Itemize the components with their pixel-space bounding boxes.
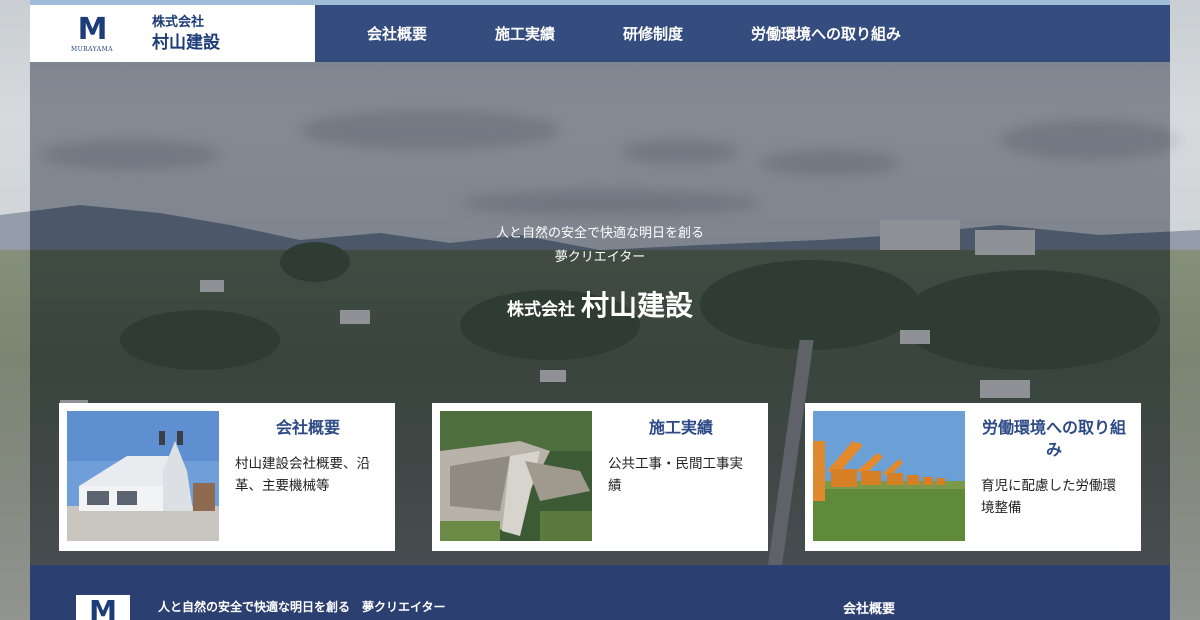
card-description: 村山建設会社概要、沿革、主要機械等 bbox=[235, 456, 370, 494]
hero-title-name: 村山建設 bbox=[580, 289, 693, 322]
brand-name: 株式会社 村山建設 bbox=[152, 14, 220, 54]
main-nav: 会社概要 施工実績 研修制度 労働環境への取り組み bbox=[315, 5, 1170, 62]
card-description: 公共工事・民間工事実績 bbox=[608, 456, 743, 494]
logo-letter: M bbox=[77, 11, 108, 47]
hero-tagline-line1: 人と自然の安全で快適な明日を創る bbox=[495, 226, 704, 241]
card-image-channel-construction bbox=[440, 411, 592, 541]
card-title: 会社概要 bbox=[275, 418, 340, 437]
hero-title: 株式会社 村山建設 bbox=[0, 284, 1200, 324]
card-title: 施工実績 bbox=[648, 418, 713, 437]
site-header: M MURAYAMA 株式会社 村山建設 会社概要 施工実績 研修制度 労働環境… bbox=[30, 5, 1170, 62]
nav-item-work-environment[interactable]: 労働環境への取り組み bbox=[717, 23, 935, 44]
logo-subtext: MURAYAMA bbox=[70, 45, 114, 53]
card-description: 育児に配慮した労働環境整備 bbox=[981, 478, 1116, 516]
brand-home-link[interactable]: M MURAYAMA 株式会社 村山建設 bbox=[30, 5, 315, 62]
brand-company-prefix: 株式会社 bbox=[152, 14, 205, 30]
card-work-environment[interactable]: 労働環境への取り組み 育児に配慮した労働環境整備 bbox=[805, 403, 1141, 551]
card-company-overview[interactable]: 会社概要 村山建設会社概要、沿革、主要機械等 bbox=[59, 403, 395, 551]
card-image-company-building bbox=[67, 411, 219, 541]
card-title: 労働環境への取り組み bbox=[981, 418, 1126, 459]
nav-item-company-overview[interactable]: 会社概要 bbox=[333, 23, 461, 44]
company-logo: M MURAYAMA bbox=[68, 11, 116, 57]
nav-item-training[interactable]: 研修制度 bbox=[589, 23, 717, 44]
footer-link-company-overview[interactable]: 会社概要 bbox=[843, 598, 895, 617]
footer-logo-letter: M bbox=[89, 594, 117, 620]
nav-item-construction-record[interactable]: 施工実績 bbox=[461, 23, 589, 44]
hero-title-prefix: 株式会社 bbox=[506, 300, 575, 320]
hero-tagline-line2: 夢クリエイター bbox=[554, 250, 646, 265]
card-construction-record[interactable]: 施工実績 公共工事・民間工事実績 bbox=[432, 403, 768, 551]
footer-logo: M bbox=[76, 595, 130, 620]
site-footer: M 人と自然の安全で快適な明日を創る 夢クリエイター 会社概要 bbox=[30, 565, 1170, 620]
card-image-excavators bbox=[813, 411, 965, 541]
footer-tagline: 人と自然の安全で快適な明日を創る 夢クリエイター bbox=[158, 600, 446, 614]
brand-company-name: 村山建設 bbox=[152, 32, 220, 53]
